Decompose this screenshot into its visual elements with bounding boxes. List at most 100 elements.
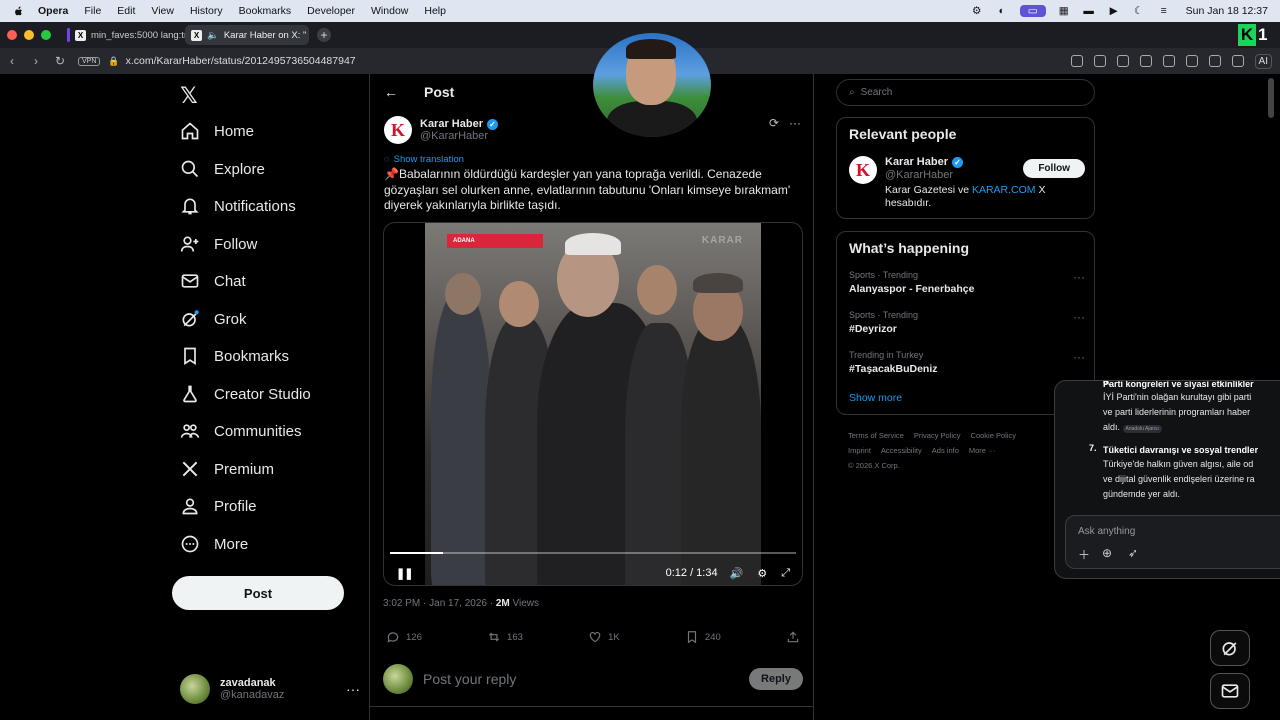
search-input[interactable]: ⌕ Search — [836, 79, 1095, 106]
footer-link[interactable]: Ads info — [932, 446, 959, 455]
reply-action[interactable]: 126 — [386, 630, 422, 644]
menu-edit[interactable]: Edit — [117, 5, 135, 17]
post-more-icon[interactable]: ··· — [789, 116, 801, 130]
account-more-icon[interactable]: ··· — [346, 681, 360, 697]
ai-button[interactable]: AI — [1254, 53, 1272, 69]
menu-developer[interactable]: Developer — [307, 5, 355, 17]
trend-more-icon[interactable]: ··· — [1073, 270, 1085, 284]
post-author[interactable]: K Karar Haber ✓ @KararHaber — [384, 116, 498, 144]
grok-float-button[interactable] — [1210, 630, 1250, 666]
pause-icon[interactable]: ❚❚ — [396, 567, 413, 580]
box-icon[interactable] — [1231, 55, 1244, 67]
account-switcher[interactable]: zavadanak @kanadavaz ··· — [180, 674, 360, 704]
zoom-window-button[interactable] — [41, 30, 51, 40]
trend-item[interactable]: Trending in Turkey #TaşacakBuDeniz ··· — [849, 350, 1085, 375]
nav-notifications[interactable]: Notifications — [180, 193, 296, 219]
repost-action[interactable]: 163 — [487, 630, 523, 644]
footer-link[interactable]: More ··· — [969, 446, 996, 455]
menu-bookmarks[interactable]: Bookmarks — [239, 5, 292, 17]
nav-explore[interactable]: Explore — [180, 156, 265, 182]
settings-icon[interactable]: ⚙ — [757, 567, 767, 580]
nav-more[interactable]: More — [180, 531, 248, 557]
trend-item[interactable]: Sports · Trending #Deyrizor ··· — [849, 310, 1085, 335]
status-gear-icon[interactable]: ⚙ — [970, 5, 984, 17]
page-scrollbar[interactable] — [1268, 78, 1276, 378]
ask-input[interactable]: Ask anything — [1078, 526, 1135, 537]
footer-link[interactable]: Accessibility — [881, 446, 922, 455]
trend-more-icon[interactable]: ··· — [1073, 350, 1085, 364]
messages-float-button[interactable] — [1210, 673, 1250, 709]
nav-chat[interactable]: Chat — [180, 268, 246, 294]
account-icon[interactable] — [1208, 55, 1221, 67]
plus-icon[interactable]: ＋ — [1078, 546, 1090, 563]
play-icon[interactable]: ▶ — [1107, 5, 1121, 17]
bio-link[interactable]: KARAR.COM — [972, 184, 1036, 196]
menu-view[interactable]: View — [151, 5, 174, 17]
vpn-badge[interactable]: VPN — [78, 56, 101, 66]
scrollbar-thumb[interactable] — [1268, 78, 1274, 118]
tab-post[interactable]: X 🔈 Karar Haber on X: " — [185, 25, 309, 45]
nav-creator-studio[interactable]: Creator Studio — [180, 381, 311, 407]
like-action[interactable]: 1K — [588, 630, 620, 644]
new-tab-button[interactable]: + — [317, 28, 331, 42]
source-chip[interactable]: Anadolu Ajansı — [1122, 425, 1162, 433]
lock-icon[interactable]: 🔒 — [108, 56, 119, 67]
status-grid-icon[interactable]: ▦ — [1057, 5, 1071, 17]
close-window-button[interactable] — [7, 30, 17, 40]
author-handle[interactable]: @KararHaber — [420, 130, 498, 142]
reload-icon[interactable]: ↻ — [48, 54, 72, 68]
footer-link[interactable]: Terms of Service — [848, 431, 904, 440]
ask-anything-box[interactable]: Ask anything ＋ ⊕ ➶ — [1065, 515, 1280, 569]
speaker-icon[interactable]: 🔈 — [207, 30, 219, 41]
menu-file[interactable]: File — [84, 5, 101, 17]
bookmark-action[interactable]: 240 — [685, 630, 721, 644]
shield-icon[interactable] — [1116, 55, 1129, 67]
video-progress[interactable] — [390, 552, 796, 554]
url-field[interactable]: x.com/KararHaber/status/2012495736504487… — [126, 55, 356, 67]
nav-home[interactable]: Home — [180, 118, 254, 144]
send-icon[interactable] — [1139, 55, 1152, 67]
trend-more-icon[interactable]: ··· — [1073, 310, 1085, 324]
karar-avatar[interactable]: K — [849, 156, 877, 184]
status-screen-icon[interactable]: ▭ — [1019, 5, 1046, 17]
video-player[interactable]: ADANA KARAR ❚❚ 0:12 / 1:34 🔊 ⚙ ⤢ — [383, 222, 803, 586]
nav-follow[interactable]: Follow — [180, 231, 257, 257]
back-arrow-icon[interactable]: ← — [384, 84, 398, 100]
edit-icon[interactable] — [1070, 55, 1083, 67]
karar-avatar[interactable]: K — [384, 116, 412, 144]
menu-help[interactable]: Help — [424, 5, 446, 17]
author-name[interactable]: Karar Haber — [420, 118, 483, 130]
nav-communities[interactable]: Communities — [180, 418, 302, 444]
rocket-icon[interactable]: ➶ — [1128, 546, 1138, 560]
menu-history[interactable]: History — [190, 5, 223, 17]
heart-icon[interactable] — [1162, 55, 1175, 67]
status-contrast-icon[interactable]: ◐ — [995, 5, 1009, 17]
menu-clock[interactable]: Sun Jan 18 12:37 — [1186, 5, 1268, 17]
apple-icon[interactable] — [12, 5, 24, 17]
trend-item[interactable]: Sports · Trending Alanyaspor - Fenerbahç… — [849, 270, 1085, 295]
person-name[interactable]: Karar Haber — [885, 156, 948, 168]
forward-icon[interactable]: › — [24, 54, 48, 68]
control-center-icon[interactable]: ≡ — [1157, 5, 1171, 17]
x-logo-icon[interactable]: 𝕏 — [180, 84, 198, 109]
menu-window[interactable]: Window — [371, 5, 408, 17]
nav-grok[interactable]: Grok — [180, 306, 247, 332]
nav-profile[interactable]: Profile — [180, 493, 257, 519]
reply-button[interactable]: Reply — [749, 668, 803, 690]
post-timestamp[interactable]: 3:02 PM · Jan 17, 2026 · — [383, 598, 496, 609]
battery-icon[interactable]: ▬ — [1082, 5, 1096, 17]
show-translation-link[interactable]: ◌ Show translation — [384, 154, 464, 165]
nav-bookmarks[interactable]: Bookmarks — [180, 343, 289, 369]
tab-search[interactable]: X min_faves:5000 lang:tr — [61, 25, 185, 45]
menu-app-name[interactable]: Opera — [38, 5, 68, 17]
footer-link[interactable]: Privacy Policy — [914, 431, 961, 440]
grok-explain-icon[interactable]: ⟳ — [769, 116, 779, 130]
reply-input[interactable]: Post your reply — [423, 671, 516, 687]
follow-button[interactable]: Follow — [1023, 159, 1085, 178]
share-action[interactable] — [786, 630, 800, 644]
footer-link[interactable]: Cookie Policy — [971, 431, 1016, 440]
volume-icon[interactable]: 🔊 — [730, 567, 744, 580]
minimize-window-button[interactable] — [24, 30, 34, 40]
back-icon[interactable]: ‹ — [0, 54, 24, 68]
show-more-link[interactable]: Show more — [849, 392, 902, 404]
